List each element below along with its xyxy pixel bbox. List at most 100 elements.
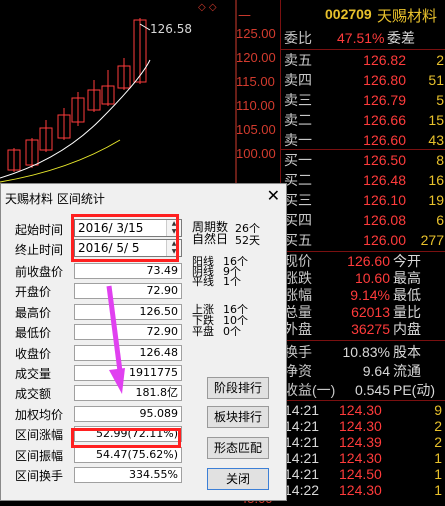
weicha-label: 委差 — [387, 30, 415, 46]
bid-volume: 6 — [436, 212, 444, 228]
bid-row[interactable]: 买五 126.00 277 — [281, 230, 445, 250]
quote-header: 002709 天赐材料 — [281, 0, 445, 26]
bid-price: 126.00 — [363, 232, 406, 248]
tick-price: 124.30 — [339, 450, 382, 466]
stat-row-label: 前收盘价 — [15, 265, 64, 279]
stat-label2: 最高 — [393, 270, 421, 286]
ask-row[interactable]: 卖一 126.60 43 — [281, 130, 445, 150]
tick-volume: 9 — [434, 402, 442, 418]
stock-name: 天赐材料 — [377, 7, 438, 25]
tick-volume: 1 — [434, 450, 442, 466]
ask-row[interactable]: 卖五 126.82 2 — [281, 50, 445, 70]
tick-row: 14:21 124.30 2 — [281, 418, 445, 434]
tick-volume: 2 — [434, 434, 442, 450]
tick-time: 14:21 — [284, 402, 320, 418]
stat-value: 62013 — [351, 304, 390, 320]
stat-label: 外盘 — [284, 321, 312, 337]
bid-volume: 19 — [428, 192, 444, 208]
stat-row-label: 成交额 — [15, 387, 52, 402]
axis-tick-label: 120.00 — [236, 50, 276, 65]
tick-time: 14:22 — [284, 482, 320, 498]
stat2-label2: 流通 — [393, 363, 421, 379]
close-icon[interactable]: ✕ — [267, 186, 280, 205]
axis-tick-label: 105.00 — [236, 122, 276, 137]
ask-label: 卖二 — [284, 112, 312, 128]
end-time-label: 终止时间 — [15, 243, 64, 257]
axis-tick-label: 115.00 — [236, 74, 275, 89]
stat-row: 涨跌 10.60 最高 — [281, 270, 445, 287]
stat-row-label: 收盘价 — [15, 346, 52, 361]
tick-volume: 2 — [434, 418, 442, 434]
tick-price: 124.30 — [339, 418, 382, 434]
tick-volume: 1 — [434, 482, 442, 498]
ma-line-white — [0, 59, 151, 179]
ask-volume: 5 — [436, 92, 444, 108]
weibi-row: 委比 47.51% 委差 — [281, 28, 445, 48]
bid-price: 126.08 — [363, 212, 406, 228]
stock-code: 002709 — [325, 6, 372, 22]
bid-row[interactable]: 买一 126.50 8 — [281, 150, 445, 170]
stat-row-label: 区间涨幅 — [15, 428, 64, 443]
tick-time: 14:21 — [284, 418, 320, 434]
bid-label: 买五 — [284, 232, 312, 248]
ask-row[interactable]: 卖二 126.66 15 — [281, 110, 445, 130]
ma-line-yellow — [0, 139, 121, 183]
ask-price: 126.79 — [363, 92, 406, 108]
ask-label: 卖三 — [284, 92, 312, 108]
bid-row[interactable]: 买四 126.08 6 — [281, 210, 445, 230]
stat-row-value: 54.47(75.62%) — [74, 446, 182, 463]
period-label: 周期数 — [192, 220, 229, 234]
ask-volume: 43 — [428, 132, 444, 148]
tick-price: 124.30 — [339, 402, 382, 418]
ask-price: 126.60 — [363, 132, 406, 148]
high-pointer — [139, 23, 151, 31]
high-price-label: 126.58 — [150, 22, 192, 36]
stat2-label: 收益(一) — [284, 382, 336, 398]
stat-value: 36275 — [351, 321, 390, 337]
natural-days-value: 52天 — [235, 234, 260, 247]
stat-value: 126.60 — [347, 253, 390, 269]
bid-price: 126.10 — [363, 192, 406, 208]
bid-label: 买四 — [284, 212, 312, 228]
stat-label2: 今开 — [393, 253, 421, 269]
stat-value: 10.60 — [354, 270, 390, 286]
stat-row-label: 区间振幅 — [15, 448, 64, 463]
chart-top-icons: ◇ ◇ — [198, 2, 217, 13]
bid-price: 126.50 — [363, 152, 406, 168]
bid-row[interactable]: 买二 126.48 16 — [281, 170, 445, 190]
tick-volume: 1 — [434, 466, 442, 482]
bid-label: 买三 — [284, 192, 312, 208]
start-time-label: 起始时间 — [15, 223, 64, 237]
ask-row[interactable]: 卖三 126.79 5 — [281, 90, 445, 110]
stat-label2: 内盘 — [393, 321, 421, 337]
pattern-match-button[interactable]: 形态匹配 — [207, 437, 269, 459]
sector-rank-button[interactable]: 板块排行 — [207, 406, 269, 428]
stat-label: 总量 — [284, 304, 312, 320]
bid-row[interactable]: 买三 126.10 19 — [281, 190, 445, 210]
stage-rank-button[interactable]: 阶段排行 — [207, 377, 269, 399]
pointer-arrow-icon — [106, 285, 125, 394]
range-stats-dialog: 天赐材料 区间统计 ✕ 起始时间 2016/ 3/15 ▲ ▼ 终止时间 2016… — [0, 183, 287, 501]
ask-label: 卖五 — [284, 52, 312, 68]
ask-volume: 2 — [436, 52, 444, 68]
tick-price: 124.50 — [339, 466, 382, 482]
stat2-value: 10.83% — [342, 344, 390, 360]
stat-row-label: 区间换手 — [15, 469, 64, 483]
divider — [281, 340, 445, 341]
tick-row: 14:21 124.50 1 — [281, 466, 445, 482]
ask-volume: 51 — [428, 72, 444, 88]
ask-row[interactable]: 卖四 126.80 51 — [281, 70, 445, 90]
tick-row: 14:21 124.30 1 — [281, 450, 445, 466]
stat-row: 总量 62013 量比 — [281, 304, 445, 321]
close-button[interactable]: 关闭 — [207, 468, 269, 490]
axis-tick-label: 125.00 — [236, 26, 276, 41]
stat-row: 现价 126.60 今开 — [281, 253, 445, 270]
stat-row-label: 最高价 — [15, 305, 52, 320]
stat-row-value: 334.55% — [74, 467, 182, 483]
tick-time: 14:21 — [284, 466, 320, 482]
axis-tick-label: 110.00 — [236, 98, 275, 113]
tick-price: 124.39 — [339, 434, 382, 450]
bid-label: 买一 — [284, 152, 312, 168]
ask-volume: 15 — [428, 112, 444, 128]
weibi-label: 委比 — [284, 30, 312, 46]
